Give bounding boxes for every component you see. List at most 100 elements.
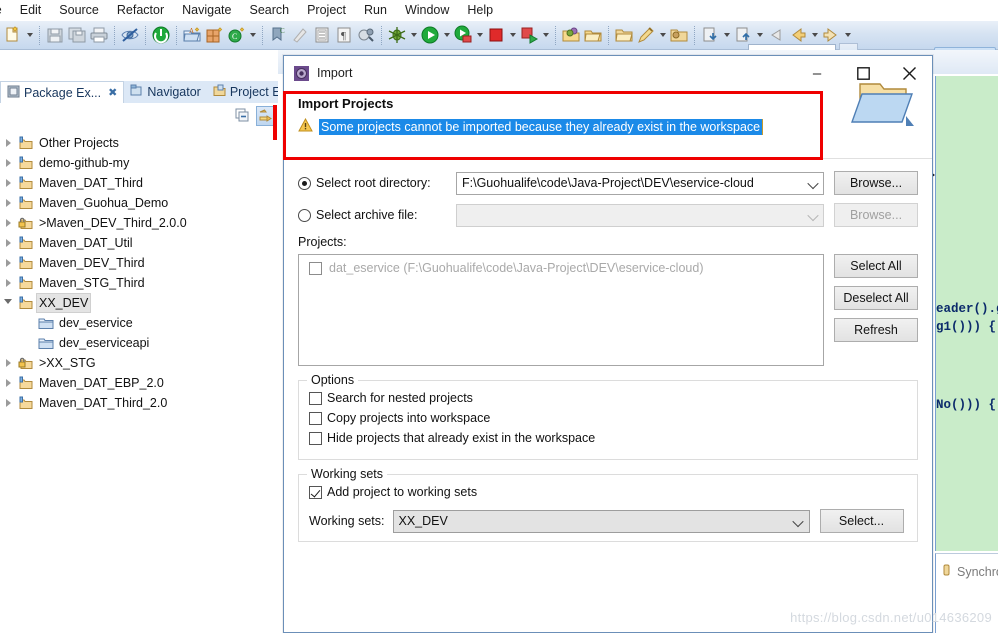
new-wizard-dropdown-arrow[interactable] [24, 24, 35, 46]
menu-file[interactable]: le [0, 0, 11, 21]
next-annotation-dropdown-arrow[interactable] [721, 24, 732, 46]
previous-annotation-icon[interactable] [732, 24, 754, 46]
tree-row-demo-github-my[interactable]: demo-github-my [0, 153, 277, 173]
new-java-project-icon[interactable]: A [181, 24, 203, 46]
save-all-icon[interactable] [66, 24, 88, 46]
chevron-down-icon[interactable] [789, 511, 809, 532]
run-icon[interactable] [419, 24, 441, 46]
run-coverage-dropdown-arrow[interactable] [474, 24, 485, 46]
menu-run[interactable]: Run [355, 0, 396, 21]
run-dropdown-arrow[interactable] [441, 24, 452, 46]
archive-file-combo[interactable] [456, 203, 824, 227]
tree-row-dev-eservice[interactable]: dev_eservice [0, 313, 277, 333]
open-last-folder-icon[interactable] [668, 24, 690, 46]
chevron-right-icon[interactable] [0, 273, 16, 293]
copy-projects-row[interactable]: Copy projects into workspace [309, 411, 907, 425]
chevron-right-icon[interactable] [0, 233, 16, 253]
chevron-right-icon[interactable] [0, 173, 16, 193]
tree-row-maven-dev-third-200[interactable]: >Maven_DEV_Third_2.0.0 [0, 213, 277, 233]
stop-dropdown-arrow[interactable] [507, 24, 518, 46]
back-icon[interactable] [787, 24, 809, 46]
new-package-icon[interactable] [203, 24, 225, 46]
minimize-button[interactable]: – [794, 56, 840, 90]
dialog-title-bar[interactable]: Import – [284, 56, 932, 90]
close-icon[interactable]: ✖ [108, 86, 117, 99]
menu-window[interactable]: Window [396, 0, 458, 21]
search-nested-projects-checkbox[interactable] [309, 391, 322, 405]
menu-refactor[interactable]: Refactor [108, 0, 173, 21]
edit-dropdown-arrow[interactable] [657, 24, 668, 46]
stop-icon[interactable] [485, 24, 507, 46]
new-class-icon[interactable]: C [225, 24, 247, 46]
tree-row-maven-dat-third[interactable]: Maven_DAT_Third [0, 173, 277, 193]
chevron-right-icon[interactable] [0, 373, 16, 393]
toggle-breadcrumb-icon[interactable] [311, 24, 333, 46]
hide-existing-projects-row[interactable]: Hide projects that already exist in the … [309, 431, 907, 445]
tree-row-xx-stg[interactable]: >XX_STG [0, 353, 277, 373]
add-to-working-sets-checkbox[interactable] [309, 485, 322, 499]
tree-row-maven-guohua-demo[interactable]: Maven_Guohua_Demo [0, 193, 277, 213]
chevron-right-icon[interactable] [0, 253, 16, 273]
tree-row-xx-dev[interactable]: XX_DEV [0, 293, 277, 313]
previous-annotation-dropdown-arrow[interactable] [754, 24, 765, 46]
select-archive-file-radio[interactable] [298, 208, 311, 222]
deselect-all-button[interactable]: Deselect All [834, 286, 918, 310]
run-external-tools-icon[interactable] [518, 24, 540, 46]
toggle-mark-occurrences-icon[interactable] [119, 24, 141, 46]
tree-row-maven-dev-third[interactable]: Maven_DEV_Third [0, 253, 277, 273]
back-dropdown-arrow[interactable] [809, 24, 820, 46]
projects-list[interactable]: dat_eservice (F:\Guohualife\code\Java-Pr… [298, 254, 824, 366]
tree-row-maven-stg-third[interactable]: Maven_STG_Third [0, 273, 277, 293]
menu-source[interactable]: Source [50, 0, 108, 21]
new-wizard-icon[interactable] [2, 24, 24, 46]
run-external-dropdown-arrow[interactable] [540, 24, 551, 46]
menu-navigate[interactable]: Navigate [173, 0, 240, 21]
save-icon[interactable] [44, 24, 66, 46]
menu-project[interactable]: Project [298, 0, 355, 21]
debug-dropdown-arrow[interactable] [408, 24, 419, 46]
show-whitespace-pilcrow-icon[interactable]: ¶ [333, 24, 355, 46]
chevron-down-icon[interactable] [803, 173, 823, 194]
menu-help[interactable]: Help [458, 0, 502, 21]
open-resource-icon[interactable] [582, 24, 604, 46]
menu-edit[interactable]: Edit [11, 0, 51, 21]
menu-search[interactable]: Search [240, 0, 298, 21]
tree-row-maven-dat-third-20[interactable]: Maven_DAT_Third_2.0 [0, 393, 277, 413]
next-annotation-icon[interactable] [699, 24, 721, 46]
tab-synchronize[interactable]: Synchron [942, 564, 998, 580]
chevron-right-icon[interactable] [0, 353, 16, 373]
refresh-button[interactable]: Refresh [834, 318, 918, 342]
code-editor[interactable]: eader().ge g1())) { No())) { [935, 76, 998, 551]
edit-pencil-icon[interactable] [635, 24, 657, 46]
collapse-all-icon[interactable] [233, 106, 253, 126]
select-root-directory-radio[interactable] [298, 176, 311, 190]
chevron-down-icon[interactable] [0, 293, 16, 313]
open-task-icon[interactable]: C [267, 24, 289, 46]
search-nested-projects-row[interactable]: Search for nested projects [309, 391, 907, 405]
chevron-right-icon[interactable] [0, 153, 16, 173]
tab-package-explorer[interactable]: Package Ex... ✖ [0, 81, 125, 103]
print-icon[interactable] [88, 24, 110, 46]
chevron-right-icon[interactable] [0, 213, 16, 233]
open-type-icon[interactable] [355, 24, 377, 46]
terminate-icon[interactable] [150, 24, 172, 46]
open-folder-purple-icon[interactable] [560, 24, 582, 46]
root-directory-combo[interactable]: F:\Guohualife\code\Java-Project\DEV\eser… [456, 171, 824, 195]
tree-row-maven-dat-ebp-20[interactable]: Maven_DAT_EBP_2.0 [0, 373, 277, 393]
new-class-dropdown-arrow[interactable] [247, 24, 258, 46]
chevron-right-icon[interactable] [0, 193, 16, 213]
toggle-whitespace-icon[interactable] [289, 24, 311, 46]
tree-row-maven-dat-util[interactable]: Maven_DAT_Util [0, 233, 277, 253]
select-all-button[interactable]: Select All [834, 254, 918, 278]
open-folder-icon[interactable] [613, 24, 635, 46]
select-working-sets-button[interactable]: Select... [819, 509, 904, 533]
last-edit-location-icon[interactable] [765, 24, 787, 46]
project-tree[interactable]: Other Projects demo-github-my Maven_DAT_… [0, 130, 277, 630]
copy-projects-checkbox[interactable] [309, 411, 322, 425]
tab-navigator[interactable]: Navigator [124, 81, 207, 103]
run-coverage-icon[interactable] [452, 24, 474, 46]
tree-row-other-projects[interactable]: Other Projects [0, 133, 277, 153]
add-to-working-sets-row[interactable]: Add project to working sets [309, 485, 907, 499]
chevron-down-icon[interactable] [803, 205, 823, 226]
hide-existing-projects-checkbox[interactable] [309, 431, 322, 445]
